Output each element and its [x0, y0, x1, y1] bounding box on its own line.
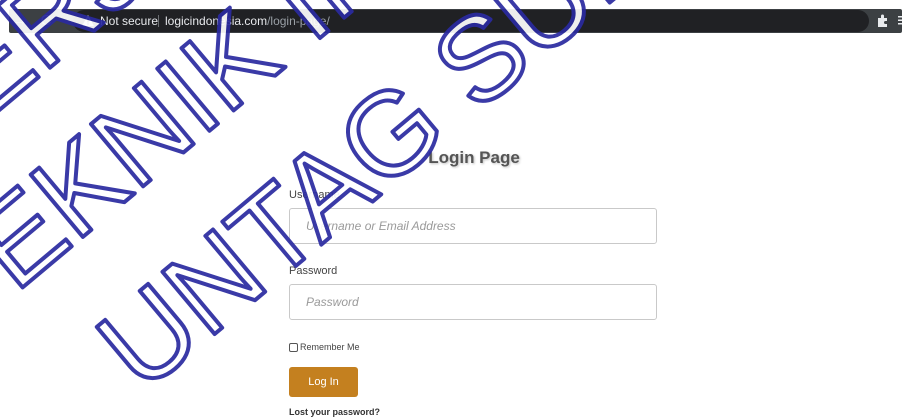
remember-me-option[interactable]: Remember Me: [289, 341, 360, 353]
password-label: Password: [289, 265, 338, 277]
address-separator: [158, 15, 159, 27]
warning-icon[interactable]: [81, 14, 95, 28]
reload-icon[interactable]: C: [37, 12, 55, 30]
address-bar[interactable]: Not secure logicindonesia.com/login-page…: [73, 10, 869, 32]
url-text[interactable]: logicindonesia.com/login-page/: [165, 13, 330, 29]
url-domain: logicindonesia.com: [165, 14, 268, 28]
remember-me-checkbox[interactable]: [289, 342, 298, 352]
password-input[interactable]: [289, 284, 657, 320]
username-label: Username: [289, 189, 340, 201]
url-path: /login-page/: [267, 14, 330, 28]
security-status-text[interactable]: Not secure: [100, 13, 158, 29]
username-input[interactable]: [289, 208, 657, 244]
remember-me-label[interactable]: Remember Me: [300, 342, 360, 352]
extensions-icon[interactable]: [876, 13, 890, 29]
page-title: Login Page: [428, 148, 520, 167]
browser-chrome: → C Not secure logicindonesia.com/login-…: [0, 0, 902, 40]
login-button[interactable]: Log In: [289, 367, 358, 397]
menu-icon[interactable]: [898, 14, 902, 26]
lost-password-link[interactable]: Lost your password?: [289, 407, 380, 417]
browser-toolbar: → C Not secure logicindonesia.com/login-…: [9, 9, 902, 33]
back-icon[interactable]: →: [11, 12, 29, 30]
